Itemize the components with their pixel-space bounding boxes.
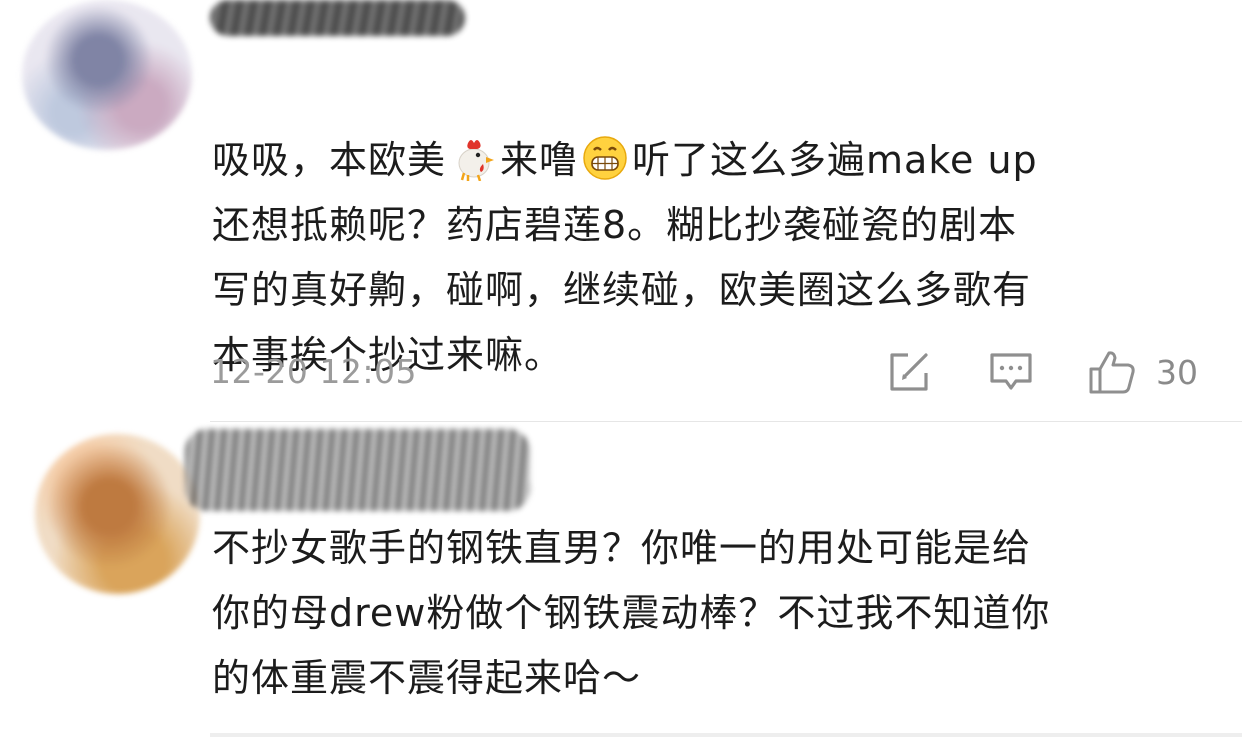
reply-button[interactable] <box>988 348 1034 396</box>
comment-item: 吸吸，本欧美 来噜 听了这么多遍make up 还想抵赖呢？药店碧莲8。糊比抄袭… <box>0 0 1242 422</box>
comment-text-line: 的体重震不震得起来哈～ <box>212 656 642 700</box>
comment-text-line: 不抄女歌手的钢铁直男？你唯一的用处可能是给 <box>212 526 1032 570</box>
repost-icon <box>890 353 928 391</box>
comment-text-line: 你的母drew粉做个钢铁震动棒？不过我不知道你 <box>212 591 1051 635</box>
reply-icon <box>990 353 1032 390</box>
comment-item: 不抄女歌手的钢铁直男？你唯一的用处可能是给 你的母drew粉做个钢铁震动棒？不过… <box>0 424 1242 737</box>
comment-text-line: 写的真好齁，碰啊，继续碰，欧美圈这么多歌有 <box>212 268 1032 312</box>
comment-text: 吸吸，本欧美 来噜 听了这么多遍make up 还想抵赖呢？药店碧莲8。糊比抄袭… <box>212 70 1212 388</box>
comment-meta: 12-20 12:05 30 <box>0 348 1242 398</box>
comment-text: 不抄女歌手的钢铁直男？你唯一的用处可能是给 你的母drew粉做个钢铁震动棒？不过… <box>212 516 1212 711</box>
comment-text-line: 听了这么多遍make up <box>632 138 1038 182</box>
comment-text-line: 还想抵赖呢？药店碧莲8。糊比抄袭碰瓷的剧本 <box>212 203 1018 247</box>
divider <box>210 421 1242 422</box>
timestamp: 12-20 12:05 <box>210 352 417 391</box>
thumbs-up-icon <box>1089 351 1135 394</box>
comment-text-line: 吸吸，本欧美 <box>212 138 447 182</box>
chicken-emoji <box>450 70 496 182</box>
username-redacted[interactable] <box>185 429 530 511</box>
comment-text-line: 来噜 <box>500 138 579 182</box>
divider <box>210 733 1242 737</box>
repost-button[interactable] <box>886 348 932 396</box>
like-button[interactable]: 30 <box>1088 348 1198 396</box>
avatar-redacted[interactable] <box>22 0 192 150</box>
like-count: 30 <box>1156 352 1198 392</box>
username-redacted[interactable] <box>210 0 465 36</box>
avatar-redacted[interactable] <box>35 434 200 594</box>
grinning-face-emoji <box>582 70 628 180</box>
